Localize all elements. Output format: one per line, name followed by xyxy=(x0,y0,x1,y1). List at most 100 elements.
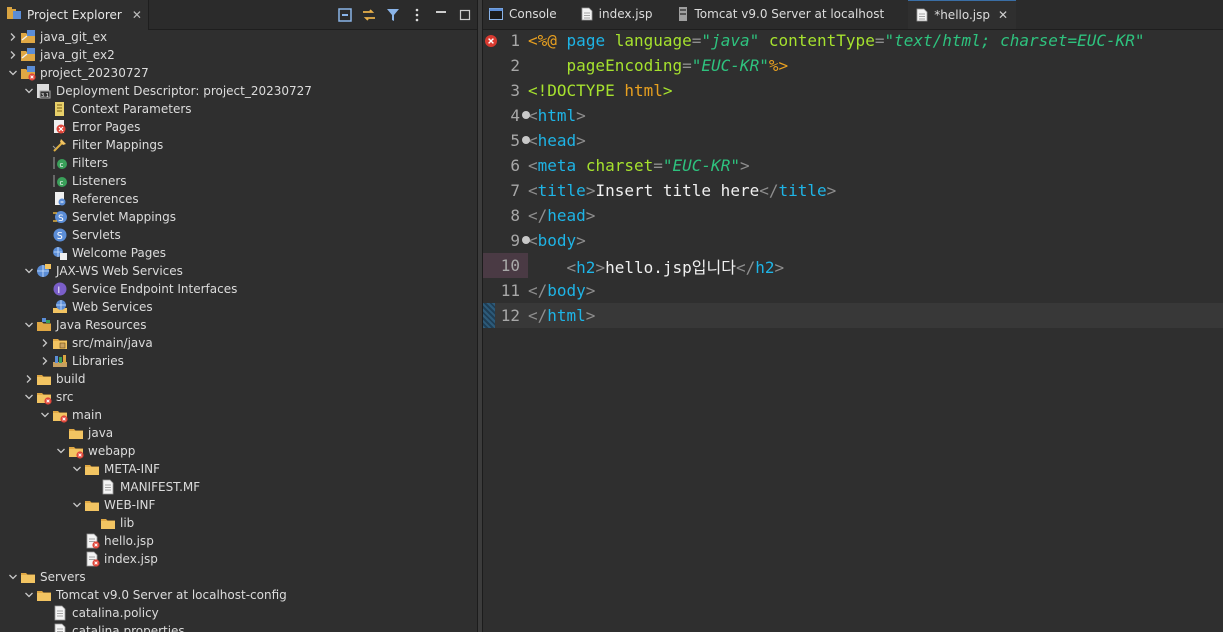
tree-item[interactable]: catalina.policy xyxy=(0,604,477,622)
code-token: page xyxy=(566,31,606,50)
line-number-gutter[interactable]: 2 xyxy=(483,53,528,78)
editor-tab[interactable]: Tomcat v9.0 Server at localhost xyxy=(661,0,893,29)
code-line[interactable]: 6 <meta charset="EUC-KR"> xyxy=(483,153,1223,178)
code-line[interactable]: 11 </body> xyxy=(483,278,1223,303)
code-token: > xyxy=(576,131,586,150)
context-parameters-icon xyxy=(52,101,68,117)
expanded-chevron-icon[interactable] xyxy=(70,498,84,512)
line-number-gutter[interactable]: 8 xyxy=(483,203,528,228)
line-number-gutter[interactable]: 6 xyxy=(483,153,528,178)
tree-item[interactable]: Welcome Pages xyxy=(0,244,477,262)
expanded-chevron-icon[interactable] xyxy=(22,318,36,332)
code-line[interactable]: 4 <html> xyxy=(483,103,1223,128)
line-number: 8 xyxy=(510,206,520,225)
tree-item[interactable]: hello.jsp xyxy=(0,532,477,550)
expanded-chevron-icon[interactable] xyxy=(22,84,36,98)
tree-item[interactable]: Context Parameters xyxy=(0,100,477,118)
line-number-gutter[interactable]: 7 xyxy=(483,178,528,203)
line-number-gutter[interactable]: 10 xyxy=(483,253,528,278)
code-line[interactable]: 2 pageEncoding="EUC-KR"%> xyxy=(483,53,1223,78)
line-number-gutter[interactable]: 9 xyxy=(483,228,530,253)
tree-item[interactable]: S Servlet Mappings xyxy=(0,208,477,226)
tree-item[interactable]: JAX-WS Web Services xyxy=(0,262,477,280)
tree-item[interactable]: build xyxy=(0,370,477,388)
error-marker-icon[interactable] xyxy=(484,33,498,52)
filter-icon[interactable] xyxy=(382,4,404,26)
tree-item[interactable]: catalina.properties xyxy=(0,622,477,632)
tree-item[interactable]: S Servlets xyxy=(0,226,477,244)
expanded-chevron-icon[interactable] xyxy=(22,264,36,278)
collapsed-chevron-icon[interactable] xyxy=(22,372,36,386)
tree-item[interactable]: lib xyxy=(0,514,477,532)
collapsed-chevron-icon[interactable] xyxy=(6,30,20,44)
jsp-file-error-icon xyxy=(84,551,100,567)
maximize-icon[interactable] xyxy=(454,4,476,26)
collapsed-chevron-icon[interactable] xyxy=(38,354,52,368)
collapsed-chevron-icon[interactable] xyxy=(38,336,52,350)
tree-item[interactable]: java_git_ex xyxy=(0,28,477,46)
tree-item[interactable]: Tomcat v9.0 Server at localhost-config xyxy=(0,586,477,604)
editor-tab[interactable]: *hello.jsp ✕ xyxy=(908,0,1017,29)
link-with-editor-icon[interactable] xyxy=(358,4,380,26)
expanded-chevron-icon[interactable] xyxy=(6,570,20,584)
tree-item[interactable]: java_git_ex2 xyxy=(0,46,477,64)
tree-item[interactable]: c Filters xyxy=(0,154,477,172)
collapse-all-icon[interactable] xyxy=(334,4,356,26)
tree-item[interactable]: 3.1 Deployment Descriptor: project_202307… xyxy=(0,82,477,100)
tree-item[interactable]: src xyxy=(0,388,477,406)
expanded-chevron-icon[interactable] xyxy=(70,462,84,476)
tree-item[interactable]: MANIFEST.MF xyxy=(0,478,477,496)
code-line[interactable]: 10 <h2>hello.jsp입니다</h2> xyxy=(483,253,1223,278)
tree-item[interactable]: project_20230727 xyxy=(0,64,477,82)
tree-item[interactable]: c Listeners xyxy=(0,172,477,190)
code-line[interactable]: 3 <!DOCTYPE html> xyxy=(483,78,1223,103)
code-line[interactable]: 1 <%@ page language="java" contentType="t… xyxy=(483,28,1223,53)
code-line[interactable]: 5 <head> xyxy=(483,128,1223,153)
line-number-gutter[interactable]: 12 xyxy=(483,303,528,328)
collapsed-chevron-icon[interactable] xyxy=(6,48,20,62)
expanded-chevron-icon[interactable] xyxy=(22,390,36,404)
interface-icon: I xyxy=(52,281,68,297)
tree-item[interactable]: src/main/java xyxy=(0,334,477,352)
tree-item[interactable]: References xyxy=(0,190,477,208)
line-number-gutter[interactable]: 11 xyxy=(483,278,528,303)
tree-item[interactable]: java xyxy=(0,424,477,442)
expanded-chevron-icon[interactable] xyxy=(22,588,36,602)
tree-item[interactable]: main xyxy=(0,406,477,424)
tree-item[interactable]: index.jsp xyxy=(0,550,477,568)
expanded-chevron-icon[interactable] xyxy=(54,444,68,458)
code-line[interactable]: 7 <title>Insert title here</title> xyxy=(483,178,1223,203)
line-number-gutter[interactable]: 4 xyxy=(483,103,530,128)
tree-item[interactable]: WEB-INF xyxy=(0,496,477,514)
tree-item[interactable]: Error Pages xyxy=(0,118,477,136)
tab-project-explorer[interactable]: Project Explorer ✕ xyxy=(0,0,149,30)
fold-toggle-icon[interactable] xyxy=(522,136,530,144)
tree-item[interactable]: Servers xyxy=(0,568,477,586)
code-text: <!DOCTYPE html> xyxy=(528,81,673,100)
tree-item[interactable]: Java Resources xyxy=(0,316,477,334)
view-menu-icon[interactable] xyxy=(406,4,428,26)
tree-item[interactable]: META-INF xyxy=(0,460,477,478)
line-number-gutter[interactable]: 1 xyxy=(483,28,528,53)
close-icon[interactable]: ✕ xyxy=(998,8,1008,22)
expanded-chevron-icon[interactable] xyxy=(38,408,52,422)
line-number-gutter[interactable]: 3 xyxy=(483,78,528,103)
editor-tab[interactable]: index.jsp xyxy=(565,0,661,29)
tree-item[interactable]: Libraries xyxy=(0,352,477,370)
expanded-chevron-icon[interactable] xyxy=(6,66,20,80)
editor-tab[interactable]: Console xyxy=(483,0,565,29)
tree-item[interactable]: webapp xyxy=(0,442,477,460)
code-line[interactable]: 12 </html> xyxy=(483,303,1223,328)
minimize-icon[interactable] xyxy=(430,4,452,26)
code-token: title xyxy=(778,181,827,200)
tree-item[interactable]: I Service Endpoint Interfaces xyxy=(0,280,477,298)
tree-item[interactable]: Filter Mappings xyxy=(0,136,477,154)
code-editor[interactable]: 1 <%@ page language="java" contentType="t… xyxy=(483,28,1223,328)
line-number-gutter[interactable]: 5 xyxy=(483,128,530,153)
code-line[interactable]: 9 <body> xyxy=(483,228,1223,253)
close-icon[interactable]: ✕ xyxy=(132,8,142,22)
code-line[interactable]: 8 </head> xyxy=(483,203,1223,228)
fold-toggle-icon[interactable] xyxy=(522,236,530,244)
tree-item[interactable]: Web Services xyxy=(0,298,477,316)
fold-toggle-icon[interactable] xyxy=(522,111,530,119)
